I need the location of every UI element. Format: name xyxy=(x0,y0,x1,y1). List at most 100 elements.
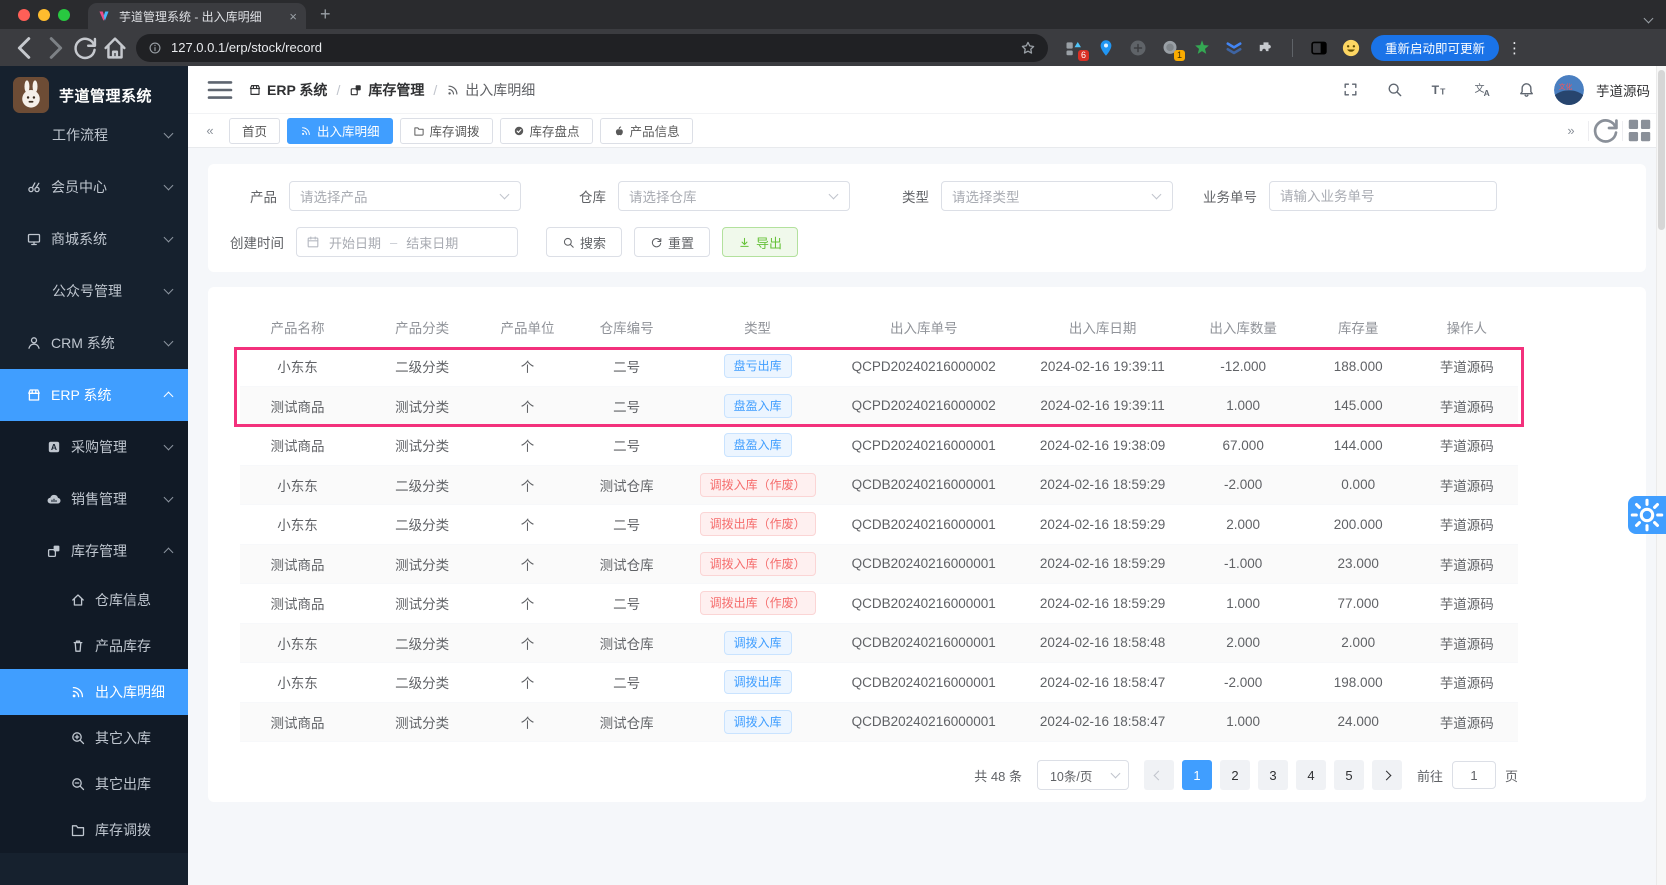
sidebar-item-14[interactable]: 库存调拨 xyxy=(0,807,188,853)
breadcrumb-item[interactable]: 出入库明细 xyxy=(446,80,535,100)
column-header[interactable]: 产品分类 xyxy=(355,317,489,337)
url-text[interactable]: 127.0.0.1/erp/stock/record xyxy=(171,40,1011,55)
extension-icons: 6 1 xyxy=(1064,38,1361,58)
bookmark-star-icon[interactable] xyxy=(1020,40,1036,56)
collapse-sidebar-icon[interactable] xyxy=(204,74,236,106)
extension-blue-chevrons-icon[interactable] xyxy=(1224,38,1244,58)
extension-tampermonkey-icon[interactable]: 6 xyxy=(1064,38,1084,58)
page-tab-3[interactable]: 库存盘点 xyxy=(500,118,593,144)
browser-tab[interactable]: 芋道管理系统 - 出入库明细 × xyxy=(88,3,306,29)
page-button-5[interactable]: 5 xyxy=(1334,760,1364,790)
language-icon[interactable]: 文A xyxy=(1466,74,1498,106)
tab-search-chevron-icon[interactable] xyxy=(1645,9,1652,27)
font-size-icon[interactable]: TT xyxy=(1422,74,1454,106)
reset-button[interactable]: 重置 xyxy=(634,227,710,257)
order-no-input[interactable] xyxy=(1269,181,1497,211)
check-icon xyxy=(513,125,525,137)
sidebar-item-3[interactable]: 公众号管理 xyxy=(0,265,188,317)
minimize-window-button[interactable] xyxy=(38,9,50,21)
sidebar-item-1[interactable]: 会员中心 xyxy=(0,161,188,213)
search-button[interactable]: 搜索 xyxy=(546,227,622,257)
forward-icon[interactable] xyxy=(40,34,70,62)
table-row-3: 小东东二级分类个测试仓库调拨入库（作废）QCDB2024021600000120… xyxy=(240,466,1518,506)
type-select[interactable]: 请选择类型 xyxy=(941,181,1173,211)
page-size-select[interactable]: 10条/页 xyxy=(1037,760,1129,790)
column-header[interactable]: 出入库数量 xyxy=(1186,317,1301,337)
theme-settings-gear-button[interactable] xyxy=(1628,496,1666,534)
app-logo[interactable]: 芋道管理系统 xyxy=(0,66,188,124)
sidebar-item-4[interactable]: CRM 系统 xyxy=(0,317,188,369)
user-avatar[interactable]: 文化 xyxy=(1554,75,1584,105)
page-button-2[interactable]: 2 xyxy=(1220,760,1250,790)
sidebar-item-label: 库存管理 xyxy=(71,541,127,561)
reload-icon[interactable] xyxy=(70,34,100,62)
fullscreen-icon[interactable] xyxy=(1334,74,1366,106)
chevron-down-icon xyxy=(164,493,174,503)
page-button-1[interactable]: 1 xyxy=(1182,760,1212,790)
breadcrumb-item[interactable]: 库存管理 xyxy=(349,80,424,100)
table-cell: 2024-02-16 18:58:47 xyxy=(1020,675,1186,690)
column-header[interactable]: 库存量 xyxy=(1301,317,1416,337)
column-header[interactable]: 类型 xyxy=(687,317,828,337)
notification-bell-icon[interactable] xyxy=(1510,74,1542,106)
extension-pin-icon[interactable] xyxy=(1096,38,1116,58)
column-header[interactable]: 出入库单号 xyxy=(828,317,1020,337)
goto-page-input[interactable] xyxy=(1452,761,1496,789)
sidebar-item-6[interactable]: A采购管理 xyxy=(0,421,188,473)
home-icon[interactable] xyxy=(100,34,130,62)
close-window-button[interactable] xyxy=(18,9,30,21)
extension-green-star-icon[interactable] xyxy=(1192,38,1212,58)
table-cell: 测试分类 xyxy=(355,554,489,574)
extension-dark-circle-icon[interactable] xyxy=(1128,38,1148,58)
sidebar-item-11[interactable]: 出入库明细 xyxy=(0,669,188,715)
sidebar-item-10[interactable]: 产品库存 xyxy=(0,623,188,669)
back-icon[interactable] xyxy=(10,34,40,62)
extension-gray-circle-icon[interactable]: 1 xyxy=(1160,38,1180,58)
page-button-4[interactable]: 4 xyxy=(1296,760,1326,790)
site-info-icon[interactable] xyxy=(148,41,162,55)
new-tab-button[interactable]: + xyxy=(320,4,331,25)
sidebar-item-12[interactable]: 其它入库 xyxy=(0,715,188,761)
column-header[interactable]: 产品单位 xyxy=(489,317,566,337)
column-header[interactable]: 产品名称 xyxy=(240,317,355,337)
window-controls[interactable] xyxy=(18,9,70,21)
sidebar-item-9[interactable]: 仓库信息 xyxy=(0,577,188,623)
warehouse-select[interactable]: 请选择仓库 xyxy=(618,181,850,211)
page-scrollbar[interactable] xyxy=(1656,66,1666,885)
username[interactable]: 芋道源码 xyxy=(1596,80,1650,100)
page-tab-0[interactable]: 首页 xyxy=(229,118,280,144)
sidebar-item-13[interactable]: 其它出库 xyxy=(0,761,188,807)
column-header[interactable]: 出入库日期 xyxy=(1020,317,1186,337)
tabs-refresh-icon[interactable] xyxy=(1588,121,1622,141)
date-range-picker[interactable]: 开始日期 – 结束日期 xyxy=(296,227,518,257)
sidebar-item-5[interactable]: ERP 系统 xyxy=(0,369,188,421)
address-bar[interactable]: 127.0.0.1/erp/stock/record xyxy=(136,34,1048,62)
breadcrumb-item[interactable]: ERP 系统 xyxy=(248,80,327,100)
extensions-puzzle-icon[interactable] xyxy=(1256,38,1276,58)
page-tab-4[interactable]: 产品信息 xyxy=(600,118,693,144)
profile-emoji-icon[interactable] xyxy=(1341,38,1361,58)
maximize-window-button[interactable] xyxy=(58,9,70,21)
sidebar-item-7[interactable]: 销售管理 xyxy=(0,473,188,525)
browser-menu-icon[interactable]: ⋮ xyxy=(1507,39,1521,57)
side-panel-icon[interactable] xyxy=(1309,38,1329,58)
goto-label: 前往 xyxy=(1417,766,1443,785)
column-header[interactable]: 操作人 xyxy=(1416,317,1518,337)
column-header[interactable]: 仓库编号 xyxy=(566,317,687,337)
browser-update-button[interactable]: 重新启动即可更新 xyxy=(1371,35,1499,61)
export-button[interactable]: 导出 xyxy=(722,227,798,257)
tabs-scroll-right-icon[interactable]: » xyxy=(1554,121,1588,141)
page-button-3[interactable]: 3 xyxy=(1258,760,1288,790)
product-select[interactable]: 请选择产品 xyxy=(289,181,521,211)
page-tab-1[interactable]: 出入库明细 xyxy=(287,118,393,144)
tab-close-icon[interactable]: × xyxy=(289,9,297,24)
sidebar-item-8[interactable]: 库存管理 xyxy=(0,525,188,577)
page-tab-2[interactable]: 库存调拨 xyxy=(400,118,493,144)
search-icon[interactable] xyxy=(1378,74,1410,106)
table-cell: 测试仓库 xyxy=(566,712,687,732)
prev-page-button[interactable] xyxy=(1144,760,1174,790)
tabs-layout-grid-icon[interactable] xyxy=(1622,121,1656,141)
tabs-scroll-left-icon[interactable]: « xyxy=(198,123,222,138)
next-page-button[interactable] xyxy=(1372,760,1402,790)
sidebar-item-2[interactable]: 商城系统 xyxy=(0,213,188,265)
